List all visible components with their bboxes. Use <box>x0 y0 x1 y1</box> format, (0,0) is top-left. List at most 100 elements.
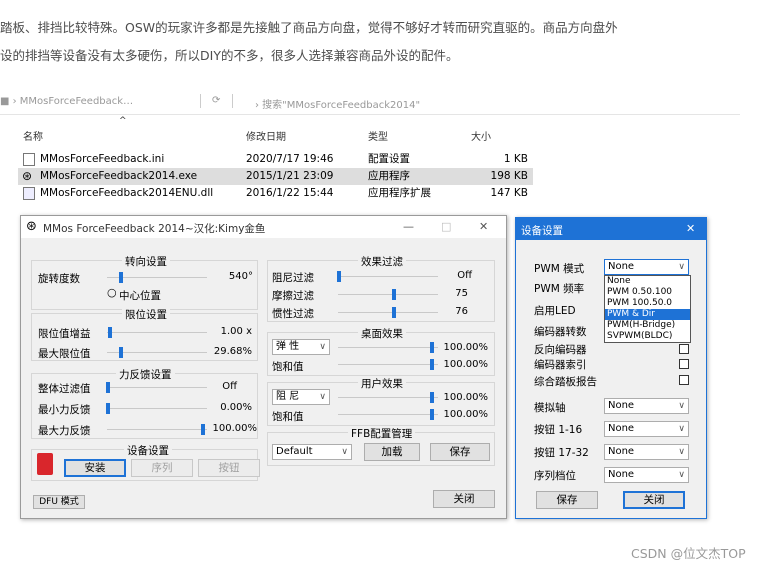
limit-max-slider-thumb[interactable] <box>119 347 123 358</box>
force-max-slider-thumb[interactable] <box>201 424 205 435</box>
desktop-saturation-slider[interactable] <box>338 364 438 365</box>
inertia-value: 76 <box>455 306 468 317</box>
article-text: 踏板、排挡比较特殊。OSW的玩家许多都是先接触了商品方向盘，觉得不够好才转而研究… <box>0 14 781 70</box>
desktop-effect-slider-thumb[interactable] <box>430 342 434 353</box>
friction-slider[interactable] <box>338 294 438 295</box>
load-button[interactable]: 加载 <box>364 443 420 461</box>
effect-filter-group: 效果过滤 阻尼过滤 Off 摩擦过滤 75 惯性过滤 76 <box>267 254 495 322</box>
user-effect-select[interactable]: 阻 尼 ∨ <box>272 389 330 405</box>
col-header-size[interactable]: 大小 <box>471 128 491 143</box>
user-saturation-slider[interactable] <box>338 414 438 415</box>
limit-max-value: 29.68% <box>213 346 252 357</box>
limit-max-label: 最大限位值 <box>38 348 91 360</box>
pwm-option[interactable]: PWM 0.50.100 <box>605 287 690 298</box>
file-name: MMosForceFeedback2014.exe <box>40 170 198 182</box>
pwm-option-highlighted[interactable]: PWM & Dir <box>605 309 690 320</box>
file-size: 147 KB <box>490 187 528 199</box>
close-icon[interactable]: ✕ <box>686 222 695 235</box>
ffb-config-group: FFB配置管理 Default ∨ 加载 保存 <box>267 426 495 466</box>
inertia-slider-thumb[interactable] <box>392 307 396 318</box>
chevron-down-icon: ∨ <box>678 262 685 272</box>
dfu-mode-button[interactable]: DFU 模式 <box>33 495 85 509</box>
ffb-config-select-value: Default <box>276 446 313 457</box>
pwm-mode-select[interactable]: None ∨ <box>604 259 689 275</box>
file-date: 2015/1/21 23:09 <box>246 170 334 182</box>
limit-gain-slider[interactable] <box>107 332 207 333</box>
pwm-option[interactable]: SVPWM(BLDC) <box>605 331 690 342</box>
force-filter-value: Off <box>222 381 237 392</box>
desktop-effect-slider[interactable] <box>338 347 438 348</box>
file-name: MMosForceFeedback.ini <box>40 153 165 165</box>
pedal-report-checkbox[interactable] <box>679 375 689 385</box>
pwm-mode-dropdown-list[interactable]: None PWM 0.50.100 PWM 100.50.0 PWM & Dir… <box>604 275 691 343</box>
maximize-button[interactable]: □ <box>441 220 451 233</box>
chevron-down-icon: ∨ <box>678 470 685 480</box>
desktop-saturation-slider-thumb[interactable] <box>430 359 434 370</box>
user-effect-slider[interactable] <box>338 397 438 398</box>
inertia-label: 惯性过滤 <box>272 308 314 320</box>
col-header-type[interactable]: 类型 <box>368 128 388 143</box>
title-bar[interactable]: 设备设置 ✕ <box>516 218 706 240</box>
file-row[interactable]: ⊛ MMosForceFeedback2014.exe 2015/1/21 23… <box>18 168 533 185</box>
close-button[interactable]: ✕ <box>479 220 488 233</box>
chevron-down-icon: ∨ <box>341 447 348 457</box>
analog-axis-select[interactable]: None ∨ <box>604 398 689 414</box>
chevron-down-icon: ∨ <box>319 392 326 402</box>
reverse-encoder-label: 反向编码器 <box>534 344 587 356</box>
serial-shift-select-value: None <box>608 469 635 480</box>
serial-shift-select[interactable]: None ∨ <box>604 467 689 483</box>
encoder-index-checkbox[interactable] <box>679 359 689 369</box>
limit-gain-label: 限位值增益 <box>38 328 91 340</box>
friction-slider-thumb[interactable] <box>392 289 396 300</box>
force-min-slider-thumb[interactable] <box>106 403 110 414</box>
serial-button[interactable]: 序列 <box>131 459 193 477</box>
encoder-index-label: 编码器索引 <box>534 359 587 371</box>
close-main-button[interactable]: 关闭 <box>433 490 495 508</box>
button-button[interactable]: 按钮 <box>198 459 260 477</box>
user-effect-slider-thumb[interactable] <box>430 392 434 403</box>
ffb-config-select[interactable]: Default ∨ <box>272 444 352 460</box>
inertia-slider[interactable] <box>338 312 438 313</box>
col-header-date[interactable]: 修改日期 <box>246 128 286 143</box>
file-row[interactable]: MMosForceFeedback2014ENU.dll 2016/1/22 1… <box>18 185 533 202</box>
force-max-slider[interactable] <box>107 429 207 430</box>
buttons-1-16-select[interactable]: None ∨ <box>604 421 689 437</box>
col-header-name[interactable]: 名称 <box>23 128 43 143</box>
minimize-button[interactable]: — <box>403 220 414 233</box>
limit-gain-slider-thumb[interactable] <box>108 327 112 338</box>
damper-slider-thumb[interactable] <box>337 271 341 282</box>
device-save-button[interactable]: 保存 <box>536 491 598 509</box>
file-type: 配置设置 <box>368 153 410 165</box>
center-radio[interactable]: ○ <box>107 286 117 299</box>
file-row[interactable]: MMosForceFeedback.ini 2020/7/17 19:46 配置… <box>18 151 533 168</box>
damper-slider[interactable] <box>338 276 438 277</box>
device-close-button[interactable]: 关闭 <box>623 491 685 509</box>
analog-axis-select-value: None <box>608 400 635 411</box>
user-effect-select-value: 阻 尼 <box>276 391 300 402</box>
force-max-value: 100.00% <box>212 423 258 434</box>
title-bar[interactable]: ⊛ MMos ForceFeedback 2014~汉化:Kimy金鱼 — □ … <box>21 216 506 238</box>
reverse-encoder-checkbox[interactable] <box>679 344 689 354</box>
search-box[interactable]: › 搜索"MMosForceFeedback2014" <box>255 96 420 111</box>
address-path[interactable]: ■ › MMosForceFeedback… <box>0 96 133 107</box>
refresh-icon[interactable]: ⟳ <box>212 95 220 106</box>
buttons-1-16-label: 按钮 1-16 <box>534 424 583 436</box>
chevron-down-icon: ∨ <box>319 342 326 352</box>
force-filter-slider-thumb[interactable] <box>106 382 110 393</box>
rotation-slider-thumb[interactable] <box>119 272 123 283</box>
force-min-slider[interactable] <box>107 408 207 409</box>
user-effect-group: 用户效果 阻 尼 ∨ 100.00% 饱和值 100.00% <box>267 376 495 426</box>
chevron-down-icon: ∨ <box>678 424 685 434</box>
buttons-17-32-select[interactable]: None ∨ <box>604 444 689 460</box>
pwm-option[interactable]: None <box>605 276 690 287</box>
file-date: 2020/7/17 19:46 <box>246 153 334 165</box>
user-saturation-slider-thumb[interactable] <box>430 409 434 420</box>
force-filter-slider[interactable] <box>107 387 207 388</box>
desktop-saturation-value: 100.00% <box>443 359 489 370</box>
desktop-effect-select[interactable]: 弹 性 ∨ <box>272 339 330 355</box>
pwm-option[interactable]: PWM(H-Bridge) <box>605 320 690 331</box>
pwm-option[interactable]: PWM 100.50.0 <box>605 298 690 309</box>
friction-value: 75 <box>455 288 468 299</box>
install-button[interactable]: 安装 <box>64 459 126 477</box>
save-button[interactable]: 保存 <box>430 443 490 461</box>
